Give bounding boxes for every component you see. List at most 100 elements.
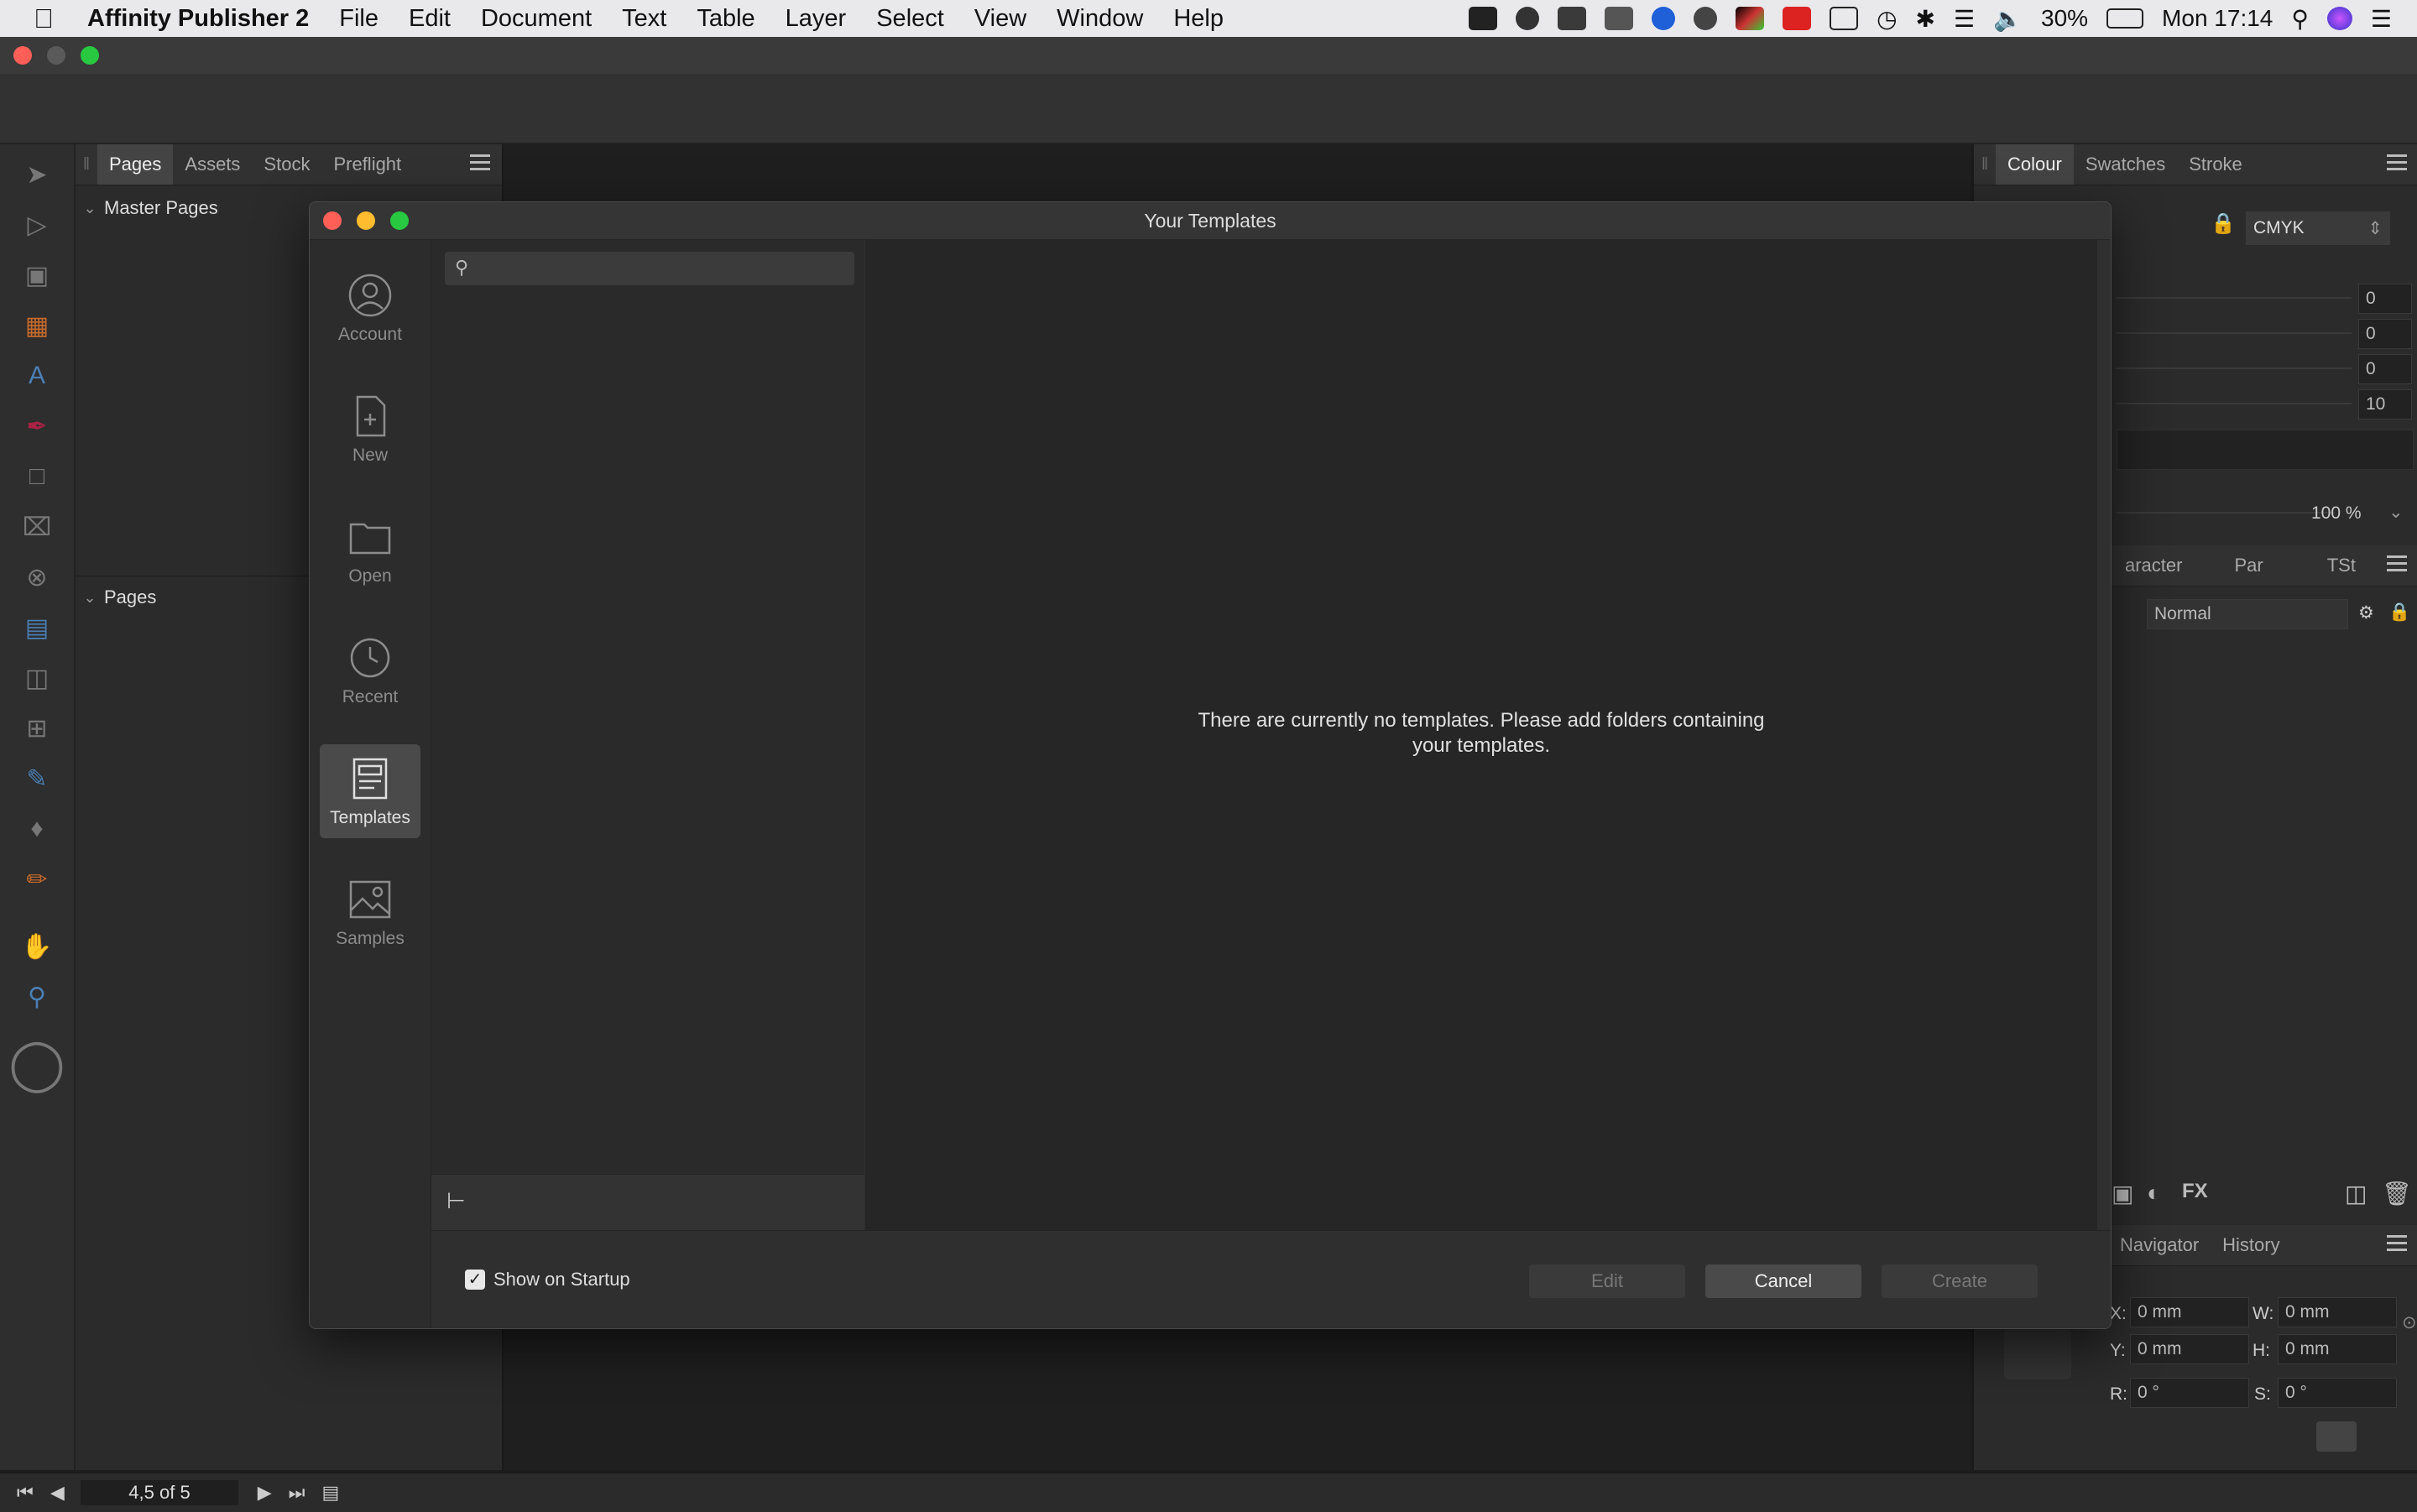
- tab-pages[interactable]: Pages: [97, 144, 174, 185]
- color-picker-tool-icon[interactable]: ✏: [20, 863, 54, 896]
- cloud-sync-icon[interactable]: [1694, 7, 1718, 30]
- bluetooth-icon[interactable]: ✱: [1916, 5, 1935, 33]
- magenta-field[interactable]: 0: [2358, 319, 2412, 349]
- show-on-startup-label[interactable]: Show on Startup: [493, 1269, 630, 1290]
- next-page-icon[interactable]: ▶: [258, 1482, 272, 1504]
- tab-text-styles[interactable]: TSt: [2315, 545, 2367, 586]
- panel-menu-icon[interactable]: [2387, 1235, 2407, 1254]
- opacity-slider[interactable]: [2117, 512, 2335, 514]
- tab-colour[interactable]: Colour: [1996, 144, 2074, 185]
- shear-field[interactable]: 0 °: [2278, 1378, 2397, 1408]
- color-app-icon[interactable]: [1736, 7, 1765, 30]
- menu-file[interactable]: File: [324, 5, 394, 33]
- color-model-select[interactable]: CMYK ⇕: [2246, 211, 2390, 245]
- rectangle-tool-icon[interactable]: □: [20, 460, 54, 493]
- slider-m[interactable]: [2117, 332, 2352, 334]
- place-image-tool-icon[interactable]: ▤: [20, 611, 54, 644]
- yellow-field[interactable]: 0: [2358, 354, 2412, 384]
- panel-menu-icon[interactable]: [2387, 555, 2407, 574]
- slider-k[interactable]: [2117, 403, 2352, 404]
- screen-recorder-icon[interactable]: [1469, 7, 1498, 30]
- hand-tool-icon[interactable]: ✋: [20, 930, 54, 963]
- tab-stock[interactable]: Stock: [252, 144, 321, 185]
- menu-table[interactable]: Table: [681, 5, 770, 33]
- nav-open[interactable]: Open: [320, 503, 420, 597]
- menu-text[interactable]: Text: [607, 5, 681, 33]
- tab-paragraph[interactable]: Par: [2222, 545, 2274, 586]
- tab-character[interactable]: aracter: [2113, 545, 2194, 586]
- last-page-icon[interactable]: ⏭: [289, 1482, 305, 1504]
- menu-document[interactable]: Document: [466, 5, 607, 33]
- fx-icon[interactable]: FX: [2182, 1180, 2208, 1203]
- lock-icon[interactable]: 🔒: [2211, 211, 2236, 236]
- panel-grip-icon[interactable]: ‖: [76, 144, 97, 185]
- spotlight-search-icon[interactable]: ⚲: [2291, 5, 2309, 33]
- tab-stroke[interactable]: Stroke: [2177, 144, 2254, 185]
- add-folder-icon[interactable]: ⊢: [446, 1188, 466, 1214]
- trash-icon[interactable]: 🗑: [2382, 1180, 2412, 1207]
- menu-edit[interactable]: Edit: [394, 5, 466, 33]
- blue-dot-icon[interactable]: [1652, 7, 1676, 30]
- time-machine-icon[interactable]: ◷: [1877, 5, 1897, 33]
- y-field[interactable]: 0 mm: [2130, 1334, 2249, 1364]
- airplay-icon[interactable]: [1830, 7, 1859, 30]
- h-field[interactable]: 0 mm: [2278, 1334, 2397, 1364]
- node-tool-icon[interactable]: ▷: [20, 208, 54, 242]
- window-minimize-icon[interactable]: [47, 46, 65, 65]
- search-field[interactable]: ⚲: [445, 252, 854, 285]
- tab-navigator[interactable]: Navigator: [2108, 1225, 2211, 1265]
- triangle-app-icon[interactable]: [1516, 7, 1540, 30]
- gear-icon[interactable]: ⚙: [2358, 602, 2374, 623]
- color-circles-icon[interactable]: ◯: [8, 1035, 65, 1092]
- link-icon[interactable]: ⊙: [2402, 1312, 2417, 1333]
- black-field[interactable]: 10: [2358, 389, 2412, 420]
- fill-tool-icon[interactable]: ✎: [20, 762, 54, 795]
- search-app-icon[interactable]: [1783, 7, 1812, 30]
- nav-new[interactable]: New: [320, 382, 420, 476]
- search-input[interactable]: [478, 255, 851, 284]
- window-zoom-icon[interactable]: [81, 46, 99, 65]
- cyan-field[interactable]: 0: [2358, 284, 2412, 314]
- menu-help[interactable]: Help: [1158, 5, 1239, 33]
- pages-list-icon[interactable]: ▤: [321, 1482, 339, 1504]
- first-page-icon[interactable]: ⏮: [17, 1482, 34, 1504]
- page-indicator[interactable]: 4,5 of 5: [81, 1480, 238, 1505]
- nav-account[interactable]: Account: [320, 261, 420, 355]
- zoom-tool-icon[interactable]: ⚲: [20, 980, 54, 1014]
- add-page-icon[interactable]: ◫: [2345, 1180, 2367, 1207]
- menu-window[interactable]: Window: [1041, 5, 1158, 33]
- rotation-field[interactable]: 0 °: [2130, 1378, 2249, 1408]
- lock-icon[interactable]: 🔒: [2388, 602, 2410, 623]
- wifi-icon[interactable]: ☰: [1954, 5, 1975, 33]
- tab-history[interactable]: History: [2211, 1225, 2291, 1265]
- chevron-down-icon[interactable]: ⌄: [2388, 502, 2404, 523]
- nav-templates[interactable]: Templates: [320, 744, 420, 838]
- panel-grip-icon[interactable]: ‖: [1974, 144, 1996, 185]
- nav-recent[interactable]: Recent: [320, 623, 420, 717]
- opacity-value[interactable]: 100 %: [2311, 503, 2362, 524]
- show-on-startup-checkbox[interactable]: ✓: [465, 1270, 485, 1290]
- notes-app-icon[interactable]: [1605, 7, 1634, 30]
- transparency-tool-icon[interactable]: ♦: [20, 812, 54, 846]
- dialog-close-icon[interactable]: [323, 211, 342, 230]
- pen-tool-icon[interactable]: ✒: [20, 409, 54, 443]
- table-tool-icon[interactable]: ▦: [20, 309, 54, 342]
- picture-frame-tool-icon[interactable]: ⌧: [20, 510, 54, 544]
- crop-tool-icon[interactable]: ⊞: [20, 712, 54, 745]
- move-tool-icon[interactable]: ➤: [20, 158, 54, 191]
- transform-origin-icon[interactable]: [2316, 1421, 2357, 1452]
- menu-select[interactable]: Select: [861, 5, 959, 33]
- menu-view[interactable]: View: [959, 5, 1041, 33]
- create-button[interactable]: Create: [1882, 1264, 2038, 1298]
- style-select[interactable]: Normal: [2147, 599, 2348, 629]
- app-menu[interactable]: Affinity Publisher 2: [72, 5, 324, 33]
- dialog-minimize-icon[interactable]: [357, 211, 375, 230]
- edit-button[interactable]: Edit: [1529, 1264, 1685, 1298]
- siri-icon[interactable]: [2326, 7, 2352, 30]
- ellipse-frame-tool-icon[interactable]: ⊗: [20, 560, 54, 594]
- volume-icon[interactable]: 🔈: [1993, 5, 2023, 33]
- menu-layer[interactable]: Layer: [770, 5, 862, 33]
- tab-preflight[interactable]: Preflight: [321, 144, 413, 185]
- tab-swatches[interactable]: Swatches: [2074, 144, 2177, 185]
- apple-menu-icon[interactable]: : [0, 3, 72, 34]
